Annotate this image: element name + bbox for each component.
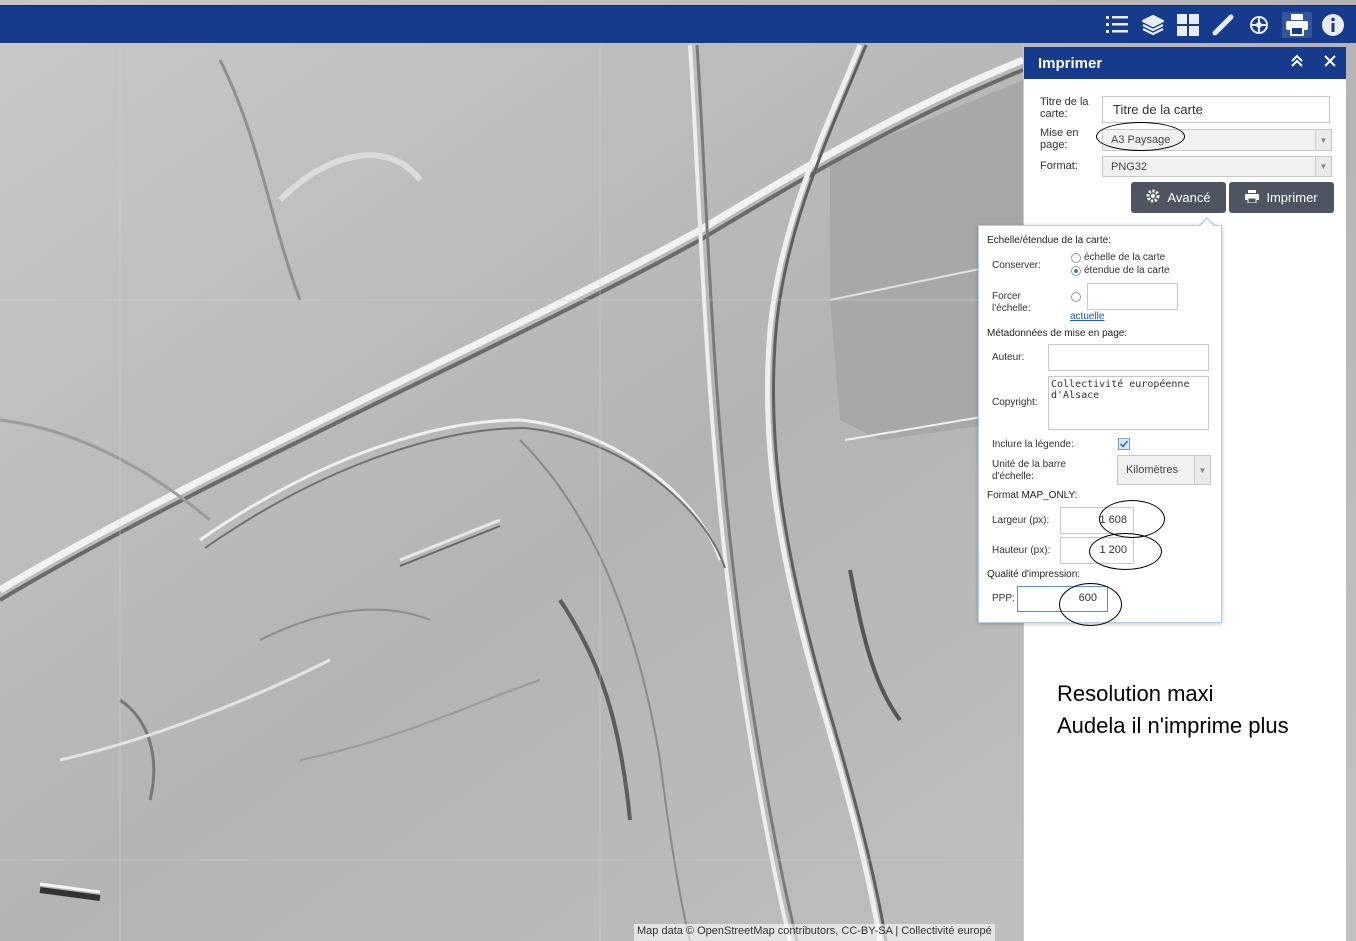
- include-legend-label: Inclure la légende:: [992, 439, 1074, 450]
- copyright-textarea[interactable]: Collectivité européenne d'Alsace: [1048, 376, 1209, 430]
- close-icon[interactable]: [1324, 54, 1336, 70]
- info-icon[interactable]: [1320, 12, 1346, 38]
- chevron-down-icon: ▼: [1315, 157, 1331, 176]
- map-only-header: Format MAP_ONLY:: [987, 490, 1078, 501]
- gear-icon: [1146, 189, 1160, 206]
- force-scale-input[interactable]: [1087, 283, 1178, 310]
- app-toolbar: [0, 5, 1356, 43]
- annotation-line-1: Resolution maxi: [1057, 681, 1214, 706]
- layout-metadata-header: Métadonnées de mise en page:: [987, 328, 1128, 339]
- dpi-label: PPP:: [992, 593, 1015, 604]
- print-panel-header: Imprimer: [1024, 47, 1346, 79]
- height-label: Hauteur (px):: [992, 545, 1051, 556]
- width-label: Largeur (px):: [992, 515, 1050, 526]
- advanced-options-popover: Echelle/étendue de la carte: Conserver: …: [978, 225, 1222, 626]
- check-icon: [1119, 440, 1129, 448]
- draw-icon[interactable]: [1246, 12, 1272, 38]
- author-input[interactable]: [1048, 344, 1209, 371]
- scalebar-unit-select[interactable]: Kilomètres ▼: [1117, 455, 1211, 485]
- scale-extent-header: Echelle/étendue de la carte:: [987, 235, 1111, 246]
- legend-list-icon[interactable]: [1104, 12, 1130, 38]
- printer-icon: [1245, 189, 1260, 206]
- annotation-ellipse-layout: [1096, 122, 1185, 151]
- double-chevron-up-icon[interactable]: [1290, 54, 1304, 71]
- panel-title: Imprimer: [1038, 54, 1103, 72]
- keep-label: Conserver:: [992, 260, 1041, 271]
- map-title-input[interactable]: [1102, 96, 1330, 123]
- measure-ruler-icon[interactable]: [1210, 12, 1236, 38]
- print-button-label: Imprimer: [1266, 190, 1318, 205]
- force-scale-label: Forcer l'échelle:: [992, 291, 1031, 314]
- print-quality-header: Qualité d'impression:: [987, 569, 1081, 580]
- keep-extent-radio[interactable]: [1071, 266, 1081, 276]
- map-title-label: Titre de la carte:: [1040, 96, 1089, 120]
- include-legend-checkbox[interactable]: [1118, 438, 1130, 450]
- force-scale-radio[interactable]: [1071, 292, 1081, 302]
- copyright-label: Copyright:: [992, 397, 1038, 408]
- format-label: Format:: [1040, 160, 1078, 172]
- screen: Imprimer Titre de la carte: Mise en page…: [0, 0, 1356, 941]
- chevron-down-icon: ▼: [1194, 456, 1210, 484]
- annotation-ellipse-height: [1089, 533, 1162, 570]
- map-attribution: Map data © OpenStreetMap contributors, C…: [634, 924, 995, 941]
- advanced-button[interactable]: Avancé: [1131, 182, 1226, 213]
- current-scale-link[interactable]: actuelle: [1070, 311, 1104, 323]
- print-icon[interactable]: [1282, 12, 1312, 38]
- format-select[interactable]: PNG32 ▼: [1102, 156, 1332, 177]
- author-label: Auteur:: [992, 352, 1025, 363]
- popover-arrow-inner: [1199, 219, 1215, 227]
- layout-label: Mise en page:: [1040, 127, 1079, 151]
- advanced-button-label: Avancé: [1167, 190, 1211, 205]
- basemap-grid-icon[interactable]: [1175, 12, 1201, 38]
- annotation-ellipse-dpi: [1059, 583, 1122, 626]
- scalebar-unit-value: Kilomètres: [1126, 464, 1178, 476]
- annotation-note: Resolution maxi Audela il n'imprime plus: [1057, 678, 1289, 742]
- format-select-value: PNG32: [1111, 160, 1148, 173]
- annotation-line-2: Audela il n'imprime plus: [1057, 713, 1289, 738]
- keep-scale-option: échelle de la carte: [1084, 252, 1166, 263]
- scalebar-unit-label: Unité de la barre d'échelle:: [992, 459, 1066, 482]
- chevron-down-icon: ▼: [1315, 130, 1331, 150]
- keep-scale-radio[interactable]: [1071, 253, 1081, 263]
- keep-extent-option: étendue de la carte: [1084, 265, 1170, 276]
- layers-icon[interactable]: [1140, 12, 1166, 38]
- print-button[interactable]: Imprimer: [1229, 182, 1334, 213]
